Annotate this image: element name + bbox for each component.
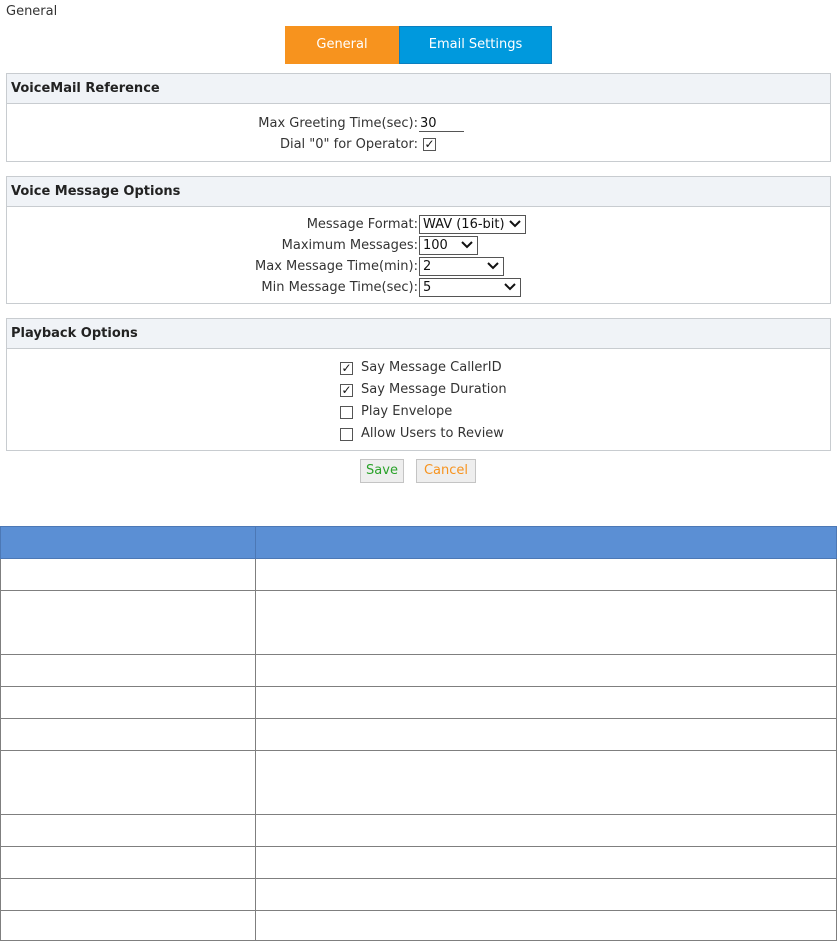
table-row bbox=[0, 878, 837, 911]
table-cell bbox=[0, 814, 256, 847]
table-cell bbox=[0, 686, 256, 719]
max-message-time-label: Max Message Time(min): bbox=[255, 259, 418, 274]
table-header-cell bbox=[0, 526, 256, 559]
table-row bbox=[0, 718, 837, 751]
play-envelope-checkbox[interactable] bbox=[340, 406, 353, 419]
max-message-time-value: 2 bbox=[423, 259, 432, 274]
table-cell bbox=[0, 846, 256, 879]
table-cell bbox=[255, 718, 837, 751]
min-message-time-label: Min Message Time(sec): bbox=[261, 280, 418, 295]
table-cell bbox=[0, 558, 256, 591]
dial0-label: Dial "0" for Operator: bbox=[279, 137, 418, 152]
save-button[interactable]: Save bbox=[360, 459, 404, 483]
table-row bbox=[0, 654, 837, 687]
table-cell bbox=[0, 718, 256, 751]
max-greeting-label: Max Greeting Time(sec): bbox=[258, 116, 418, 131]
playback-options-panel: Playback Options ✓ Say Message CallerID … bbox=[6, 318, 831, 451]
say-callerid-label: Say Message CallerID bbox=[361, 360, 502, 375]
table-cell bbox=[0, 654, 256, 687]
table-cell bbox=[0, 910, 256, 941]
table-cell bbox=[0, 750, 256, 815]
cancel-button[interactable]: Cancel bbox=[416, 459, 476, 483]
table-cell bbox=[0, 590, 256, 655]
message-format-label: Message Format: bbox=[306, 217, 418, 232]
table-cell bbox=[0, 878, 256, 911]
message-format-value: WAV (16-bit) bbox=[423, 217, 505, 232]
allow-review-label: Allow Users to Review bbox=[361, 426, 504, 441]
table-header-cell bbox=[255, 526, 837, 559]
table-cell bbox=[255, 910, 837, 941]
message-format-select[interactable]: WAV (16-bit) bbox=[419, 215, 526, 234]
min-message-time-select[interactable]: 5 bbox=[419, 278, 521, 297]
table-row bbox=[0, 750, 837, 815]
chevron-down-icon bbox=[487, 262, 499, 270]
chevron-down-icon bbox=[509, 220, 521, 228]
tab-bar: General Email Settings bbox=[285, 26, 552, 64]
table-cell bbox=[255, 590, 837, 655]
max-greeting-input[interactable] bbox=[419, 116, 464, 132]
voice-message-options-title: Voice Message Options bbox=[7, 177, 830, 207]
allow-review-checkbox[interactable] bbox=[340, 428, 353, 441]
info-table bbox=[0, 526, 837, 941]
table-row bbox=[0, 590, 837, 655]
table-header-row bbox=[0, 526, 837, 559]
table-row bbox=[0, 910, 837, 941]
max-messages-value: 100 bbox=[423, 238, 448, 253]
max-message-time-select[interactable]: 2 bbox=[419, 257, 504, 276]
table-row bbox=[0, 558, 837, 591]
table-cell bbox=[255, 654, 837, 687]
table-cell bbox=[255, 558, 837, 591]
playback-options-title: Playback Options bbox=[7, 319, 830, 349]
table-cell bbox=[255, 686, 837, 719]
say-duration-label: Say Message Duration bbox=[361, 382, 507, 397]
max-messages-select[interactable]: 100 bbox=[419, 236, 478, 255]
max-messages-label: Maximum Messages: bbox=[281, 238, 418, 253]
table-row bbox=[0, 846, 837, 879]
table-cell bbox=[255, 878, 837, 911]
tab-general[interactable]: General bbox=[285, 26, 399, 64]
table-row bbox=[0, 814, 837, 847]
breadcrumb: General bbox=[6, 4, 58, 19]
table-cell bbox=[255, 750, 837, 815]
voicemail-reference-title: VoiceMail Reference bbox=[7, 74, 830, 104]
chevron-down-icon bbox=[461, 241, 473, 249]
say-callerid-checkbox[interactable]: ✓ bbox=[340, 362, 353, 375]
table-cell bbox=[255, 814, 837, 847]
say-duration-checkbox[interactable]: ✓ bbox=[340, 384, 353, 397]
voice-message-options-panel: Voice Message Options Message Format: WA… bbox=[6, 176, 831, 304]
chevron-down-icon bbox=[504, 283, 516, 291]
play-envelope-label: Play Envelope bbox=[361, 404, 453, 419]
table-cell bbox=[255, 846, 837, 879]
tab-email-settings[interactable]: Email Settings bbox=[399, 26, 552, 64]
dial0-checkbox[interactable]: ✓ bbox=[423, 138, 436, 151]
table-row bbox=[0, 686, 837, 719]
min-message-time-value: 5 bbox=[423, 280, 432, 295]
voicemail-reference-panel: VoiceMail Reference Max Greeting Time(se… bbox=[6, 73, 831, 162]
